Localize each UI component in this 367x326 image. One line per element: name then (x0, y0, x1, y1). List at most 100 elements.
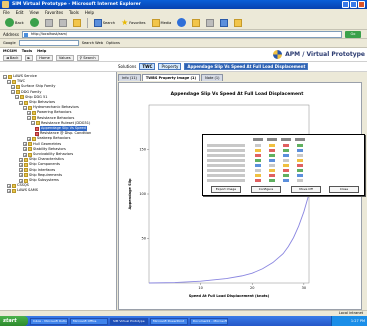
legend-row (207, 159, 245, 162)
x-tick-label: 30 (302, 286, 306, 290)
chart-icon (35, 131, 39, 136)
taskbar-window-3[interactable]: SIM Virtual Prototype (110, 317, 148, 325)
forward-arrow-icon: ► (27, 56, 31, 60)
expand-icon[interactable]: + (19, 162, 23, 167)
legend-swatch (297, 159, 303, 162)
menu-view[interactable]: View (29, 9, 39, 16)
folder-icon (28, 105, 32, 110)
expand-icon[interactable]: + (19, 173, 23, 178)
context-tag-twc[interactable]: TWC (139, 63, 156, 70)
collapse-icon[interactable]: − (31, 121, 35, 126)
maximize-button[interactable] (350, 1, 357, 8)
context-tag-chart[interactable]: Appendage Slip Vs Speed At Full Load Dis… (184, 63, 309, 70)
legend-swatch (297, 149, 303, 152)
mail-button[interactable] (190, 18, 202, 28)
tab-note[interactable]: Note (1) (201, 74, 224, 81)
expand-icon[interactable]: + (7, 183, 11, 188)
menu-tools[interactable]: Tools (69, 9, 79, 16)
search-button[interactable]: Search (92, 18, 117, 28)
google-options-button[interactable]: Options (106, 41, 120, 45)
tab-property-image[interactable]: TWBS Property Image (1) (141, 74, 201, 81)
taskbar-window-5[interactable]: Document1 - Microsoft Word (190, 317, 228, 325)
forward-button[interactable] (28, 18, 41, 28)
taskbar-window-4[interactable]: Microsoft PowerPoint (150, 317, 188, 325)
menu-edit[interactable]: Edit (16, 9, 24, 16)
folder-icon (24, 178, 28, 183)
app-values-button[interactable]: Values (55, 55, 74, 61)
collapse-icon[interactable]: − (7, 79, 11, 84)
app-menu-tools[interactable]: Tools (22, 49, 32, 53)
edit-button[interactable] (218, 18, 230, 28)
app-forward-button[interactable]: ► (24, 55, 34, 61)
menu-file[interactable]: File (3, 9, 10, 16)
expand-icon[interactable]: + (19, 168, 23, 173)
collapse-icon[interactable]: − (27, 116, 31, 121)
print-button[interactable] (204, 18, 216, 28)
app-back-button[interactable]: ◄ Back (3, 55, 22, 61)
menu-help[interactable]: Help (85, 9, 94, 16)
chart-title: Appendage Slip Vs Speed At Full Load Dis… (171, 91, 305, 97)
context-breadcrumb: Solutions TWC Property Appendage Slip Vs… (0, 62, 367, 72)
chart-svg: Appendage Slip Vs Speed At Full Load Dis… (128, 91, 310, 298)
close-button[interactable] (358, 1, 365, 8)
folder-icon (36, 121, 40, 126)
move-off-button[interactable]: Move Off (291, 186, 321, 193)
collapse-icon[interactable]: − (19, 100, 23, 105)
tab-info[interactable]: Info (11) (118, 74, 141, 81)
home-button[interactable] (71, 18, 83, 28)
browser-title: SIM Virtual Prototype - Microsoft Intern… (12, 2, 141, 7)
legend-swatch (283, 179, 289, 182)
expand-icon[interactable]: + (27, 110, 31, 115)
configure-button[interactable]: Configure (251, 186, 281, 193)
start-button[interactable]: start (0, 316, 28, 326)
legend-swatch (283, 159, 289, 162)
collapse-icon[interactable]: − (3, 74, 7, 79)
app-menu-help[interactable]: Help (37, 49, 46, 53)
expand-icon[interactable]: + (7, 188, 11, 193)
legend-swatch (269, 169, 275, 172)
google-search-input[interactable] (18, 40, 79, 46)
google-label: Google (3, 41, 16, 45)
app-search-button[interactable]: ⚲ Search (76, 55, 99, 61)
expand-icon[interactable]: + (19, 178, 23, 183)
expand-icon[interactable]: + (23, 142, 27, 147)
address-input[interactable]: http://localhost/asm/ (21, 30, 342, 38)
app-home-button[interactable]: Home (36, 55, 53, 61)
folder-icon (12, 188, 16, 193)
app-nav-toolbar: ◄ Back ► Home Values ⚲ Search (3, 55, 99, 61)
history-button[interactable] (175, 18, 188, 28)
tree-item[interactable]: + LAWS SAMS (7, 188, 38, 193)
legend-swatch (297, 144, 303, 147)
go-button[interactable]: Go (344, 30, 361, 38)
collapse-icon[interactable]: − (11, 90, 15, 95)
folder-icon (16, 90, 20, 95)
collapse-icon[interactable]: − (23, 105, 27, 110)
stop-button[interactable] (43, 18, 55, 28)
expand-icon[interactable]: + (23, 147, 27, 152)
back-button[interactable]: Back (3, 18, 26, 28)
expand-icon[interactable]: + (27, 136, 31, 141)
minimize-button[interactable] (342, 1, 349, 8)
address-bar: Address http://localhost/asm/ Go (0, 30, 367, 39)
windows-taskbar: start Inbox - Microsoft Outlook Microsof… (0, 316, 367, 326)
app-menu-mcsim[interactable]: MCSIM (3, 49, 17, 53)
legend-swatch (255, 179, 261, 182)
collapse-icon[interactable]: − (11, 84, 15, 89)
media-button[interactable]: Media (150, 18, 174, 28)
discuss-button[interactable] (232, 18, 244, 28)
expand-icon[interactable]: + (23, 152, 27, 157)
menu-favorites[interactable]: Favorites (45, 9, 63, 16)
legend-swatch (297, 169, 303, 172)
close-overlay-button[interactable]: Close (329, 186, 359, 193)
expand-icon[interactable]: + (19, 157, 23, 162)
collapse-icon[interactable]: − (15, 95, 19, 100)
export-image-button[interactable]: Export Image (211, 186, 241, 193)
folder-icon (16, 84, 20, 89)
navigation-tree: − LAWS Service − TWC − Surface Ship Family − DD… (0, 72, 117, 314)
favorites-button[interactable]: ★ Favorites (119, 18, 147, 28)
context-tag-property[interactable]: Property (158, 63, 182, 70)
google-search-web-button[interactable]: Search Web (82, 41, 103, 45)
taskbar-window-2[interactable]: Microsoft Office (70, 317, 108, 325)
refresh-button[interactable] (57, 18, 69, 28)
taskbar-window-1[interactable]: Inbox - Microsoft Outlook (30, 317, 68, 325)
